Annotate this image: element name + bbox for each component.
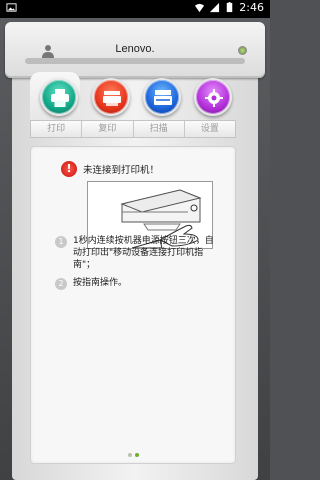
function-tabs: 打印 复印 扫描 设置 [30, 120, 236, 138]
status-led [238, 46, 247, 55]
clock: 2:46 [239, 1, 264, 14]
copy-icon [103, 91, 121, 106]
content-panel: ! 未连接到打印机！ 1 1秒内连续按机器电源按钮三次，自动打印出"移动设备连接… [30, 146, 236, 464]
instruction-steps: 1 1秒内连续按机器电源按钮三次，自动打印出"移动设备连接打印机指南"； 2 按… [55, 235, 215, 296]
gear-icon [205, 89, 223, 107]
tab-scan[interactable]: 扫描 [132, 121, 184, 137]
paper-slot [25, 58, 245, 64]
page-indicator [128, 453, 139, 457]
connection-alert: ! 未连接到打印机！ [61, 161, 159, 177]
alert-message: 未连接到打印机！ [83, 165, 160, 176]
instruction-step: 1 1秒内连续按机器电源按钮三次，自动打印出"移动设备连接打印机指南"； [55, 235, 215, 271]
page-dot[interactable] [128, 453, 132, 457]
step-number: 1 [55, 236, 67, 248]
status-bar: 2:46 [0, 0, 270, 18]
printer-icon [51, 89, 69, 107]
tab-copy[interactable]: 复印 [81, 121, 132, 137]
scan-button[interactable] [143, 78, 181, 116]
instruction-step: 2 按指南操作。 [55, 277, 215, 290]
warning-icon: ! [61, 161, 77, 177]
tab-settings[interactable]: 设置 [183, 121, 235, 137]
step-text: 1秒内连续按机器电源按钮三次，自动打印出"移动设备连接打印机指南"； [73, 236, 214, 270]
tab-print[interactable]: 打印 [31, 121, 81, 137]
brand-logo: Lenovo. [115, 43, 155, 55]
notification-icons [6, 2, 17, 16]
page-dot-active[interactable] [135, 453, 139, 457]
device-header: Lenovo. [5, 22, 265, 78]
step-number: 2 [55, 278, 67, 290]
step-text: 按指南操作。 [73, 278, 128, 288]
image-icon [6, 3, 17, 12]
print-button[interactable] [40, 78, 78, 116]
wifi-icon [195, 3, 205, 13]
signal-icon [210, 2, 220, 13]
settings-button[interactable] [194, 78, 232, 116]
copy-button[interactable] [92, 78, 130, 116]
scan-icon [154, 90, 172, 105]
battery-icon [227, 2, 233, 13]
function-icons [30, 78, 240, 120]
